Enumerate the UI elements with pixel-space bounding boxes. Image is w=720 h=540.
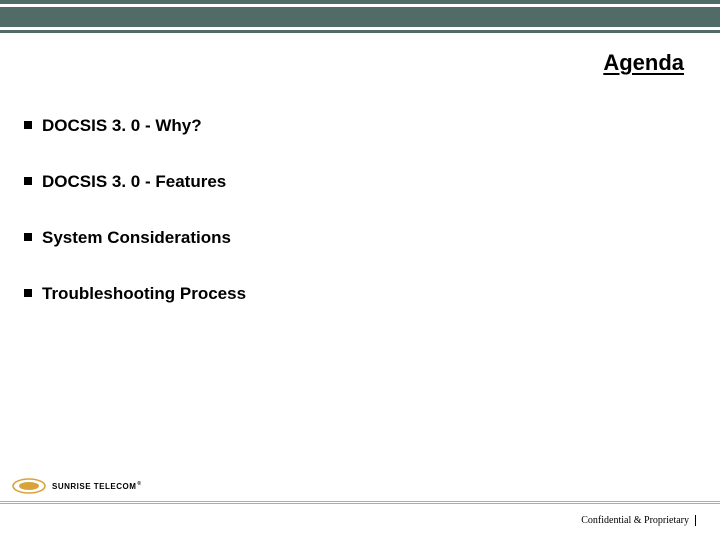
- slide-title: Agenda: [603, 50, 684, 76]
- slide: Agenda DOCSIS 3. 0 - Why? DOCSIS 3. 0 - …: [0, 0, 720, 540]
- footer-rule: [0, 503, 720, 504]
- bullet-list: DOCSIS 3. 0 - Why? DOCSIS 3. 0 - Feature…: [24, 116, 664, 340]
- list-item: System Considerations: [24, 228, 664, 248]
- bullet-text: Troubleshooting Process: [42, 284, 246, 303]
- footer-confidential: Confidential & Proprietary: [581, 515, 696, 526]
- brand-text: SUNRISE TELECOM®: [52, 482, 141, 491]
- header-bar-thin-top: [0, 0, 720, 4]
- registered-mark: ®: [137, 481, 141, 487]
- brand-logo: SUNRISE TELECOM®: [12, 478, 141, 494]
- list-item: Troubleshooting Process: [24, 284, 664, 304]
- bullet-text: DOCSIS 3. 0 - Features: [42, 172, 226, 191]
- brand-name: SUNRISE TELECOM: [52, 482, 136, 491]
- header-bar-thin-bottom: [0, 30, 720, 33]
- sunrise-icon: [12, 478, 46, 494]
- list-item: DOCSIS 3. 0 - Why?: [24, 116, 664, 136]
- header-bar-thick: [0, 7, 720, 27]
- list-item: DOCSIS 3. 0 - Features: [24, 172, 664, 192]
- bullet-text: DOCSIS 3. 0 - Why?: [42, 116, 202, 135]
- bullet-text: System Considerations: [42, 228, 231, 247]
- footer-rule: [0, 501, 720, 502]
